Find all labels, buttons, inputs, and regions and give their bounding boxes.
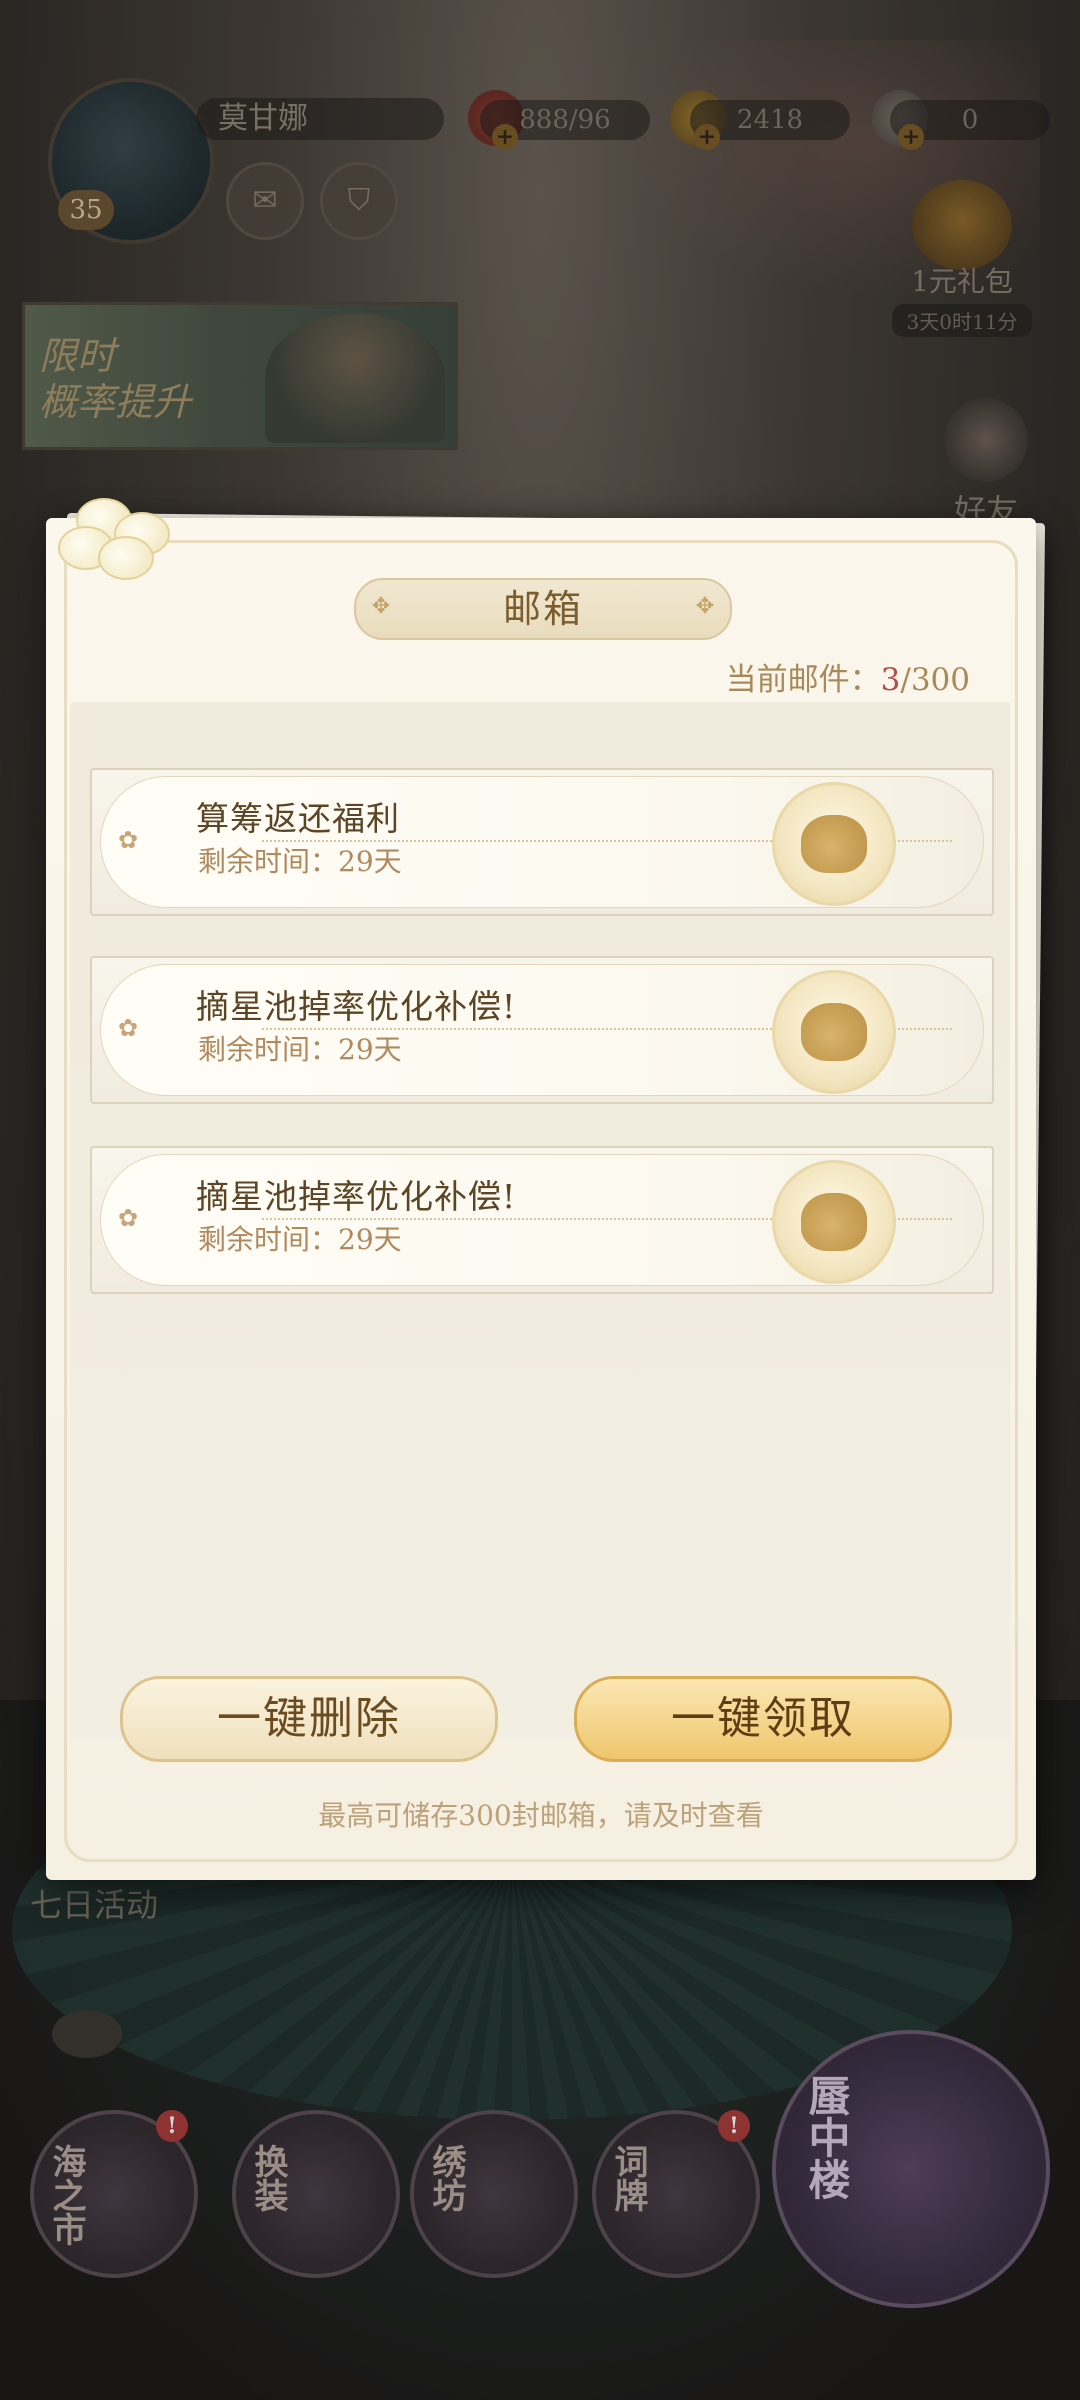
petal-ornament-icon: ✿	[118, 826, 139, 854]
mailbox-title-plate: ✥ 邮箱 ✥	[354, 578, 732, 640]
mail-title: 算筹返还福利	[196, 799, 400, 838]
mail-count-label: 当前邮件：	[725, 662, 881, 698]
mailbox-footer-note: 最高可储存300封邮箱，请及时查看	[318, 1799, 764, 1832]
mail-count-max: /300	[900, 662, 970, 698]
mail-title: 摘星池掉率优化补偿!	[196, 987, 517, 1026]
mail-title: 摘星池掉率优化补偿!	[196, 1177, 517, 1216]
reward-bag-icon	[772, 1160, 896, 1284]
mail-item[interactable]: ✿ 摘星池掉率优化补偿! 剩余时间：29天	[90, 1146, 994, 1294]
mail-item[interactable]: ✿ 摘星池掉率优化补偿! 剩余时间：29天	[90, 956, 994, 1104]
mail-remaining-time: 剩余时间：29天	[198, 1033, 402, 1066]
mail-item[interactable]: ✿ 算筹返还福利 剩余时间：29天	[90, 768, 994, 916]
flower-ornament	[36, 490, 206, 600]
mailbox-dialog: ✥ 邮箱 ✥ 当前邮件：3/300 ✿ 算筹返还福利 剩余时间：29天 ✿ 摘星…	[46, 498, 1036, 1880]
mail-remaining-time: 剩余时间：29天	[198, 845, 402, 878]
mail-list[interactable]: ✿ 算筹返还福利 剩余时间：29天 ✿ 摘星池掉率优化补偿! 剩余时间：29天 …	[70, 702, 1010, 1740]
delete-all-button[interactable]: 一键删除	[120, 1676, 498, 1762]
mailbox-title: 邮箱	[502, 587, 583, 631]
petal-ornament-icon: ✿	[118, 1204, 139, 1232]
mail-count-current: 3	[880, 662, 901, 698]
diamond-ornament-icon: ✥	[371, 594, 391, 619]
reward-bag-icon	[772, 970, 896, 1094]
claim-all-label: 一键领取	[671, 1693, 855, 1744]
delete-all-label: 一键删除	[217, 1693, 401, 1744]
mail-remaining-time: 剩余时间：29天	[198, 1223, 402, 1256]
claim-all-button[interactable]: 一键领取	[574, 1676, 952, 1762]
petal-ornament-icon: ✿	[118, 1014, 139, 1042]
mail-count: 当前邮件：3/300	[726, 654, 970, 699]
reward-bag-icon	[772, 782, 896, 906]
diamond-ornament-icon: ✥	[695, 594, 715, 619]
